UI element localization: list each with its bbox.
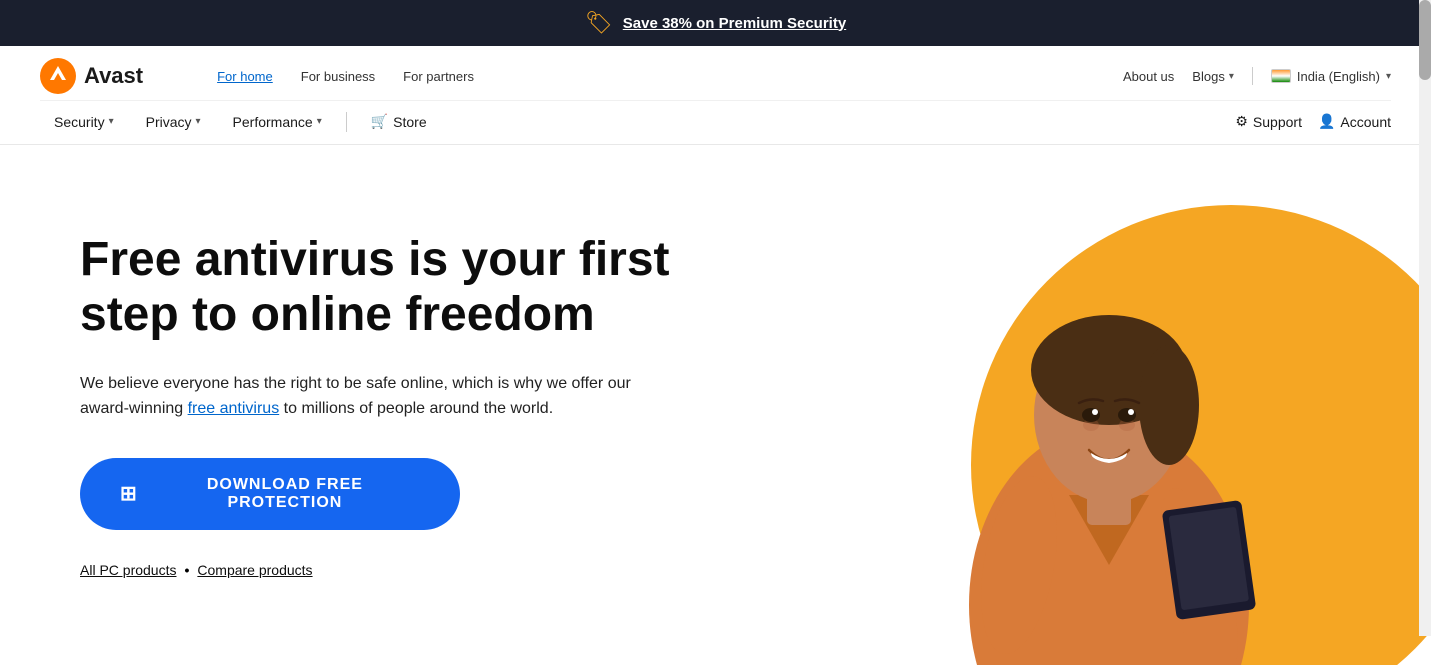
- promo-link[interactable]: Save 38% on Premium Security: [623, 15, 846, 32]
- hero-content: Free antivirus is your first step to onl…: [0, 145, 787, 665]
- top-nav-for-business[interactable]: For business: [287, 65, 389, 88]
- header-top: Avast For home For business For partners…: [40, 46, 1391, 101]
- account-icon: 👤: [1318, 113, 1335, 130]
- nav-privacy[interactable]: Privacy ▾: [132, 108, 215, 136]
- header-bottom: Security ▾ Privacy ▾ Performance ▾ 🛒 Sto…: [40, 101, 1391, 144]
- scrollbar[interactable]: [1419, 0, 1431, 636]
- hero-section: Free antivirus is your first step to onl…: [0, 145, 1431, 665]
- hero-title: Free antivirus is your first step to onl…: [80, 232, 680, 342]
- all-pc-products-link[interactable]: All PC products: [80, 562, 176, 578]
- support-link[interactable]: ⚙ Support: [1235, 113, 1302, 130]
- compare-products-link[interactable]: Compare products: [197, 562, 312, 578]
- about-us-link[interactable]: About us: [1123, 69, 1174, 84]
- download-button[interactable]: ⊞ DOWNLOAD FREE PROTECTION: [80, 458, 460, 530]
- account-link[interactable]: 👤 Account: [1318, 113, 1391, 130]
- top-nav-for-partners[interactable]: For partners: [389, 65, 488, 88]
- blogs-link[interactable]: Blogs ▾: [1192, 69, 1234, 84]
- support-icon: ⚙: [1235, 113, 1248, 130]
- india-flag-icon: [1271, 69, 1291, 83]
- dot-separator: •: [184, 562, 189, 578]
- top-nav-for-home[interactable]: For home: [203, 65, 287, 88]
- store-link[interactable]: 🛒 Store: [357, 107, 441, 136]
- hero-person-illustration: [859, 185, 1359, 665]
- windows-icon: ⊞: [120, 481, 138, 506]
- free-antivirus-link[interactable]: free antivirus: [188, 400, 280, 417]
- badge-icon: 🏷: [585, 10, 613, 36]
- nav-security[interactable]: Security ▾: [40, 108, 128, 136]
- hero-footer-links: All PC products • Compare products: [80, 562, 727, 578]
- nav-separator: [346, 112, 347, 132]
- scrollbar-thumb[interactable]: [1419, 0, 1431, 80]
- site-header: Avast For home For business For partners…: [0, 46, 1431, 145]
- header-divider: [1252, 67, 1253, 85]
- top-nav: For home For business For partners: [203, 65, 488, 88]
- hero-subtitle: We believe everyone has the right to be …: [80, 371, 640, 422]
- promo-banner: 🏷 Save 38% on Premium Security: [0, 0, 1431, 46]
- main-nav: Security ▾ Privacy ▾ Performance ▾ 🛒 Sto…: [40, 107, 441, 136]
- performance-chevron-icon: ▾: [317, 116, 322, 127]
- security-chevron-icon: ▾: [109, 116, 114, 127]
- header-right: About us Blogs ▾ India (English) ▾: [1123, 67, 1391, 85]
- language-selector[interactable]: India (English) ▾: [1271, 69, 1391, 84]
- nav-performance[interactable]: Performance ▾: [219, 108, 336, 136]
- logo-text: Avast: [84, 63, 143, 89]
- avast-logo-icon: [40, 58, 76, 94]
- cart-icon: 🛒: [371, 113, 388, 130]
- logo-area[interactable]: Avast: [40, 58, 143, 94]
- header-right-nav: ⚙ Support 👤 Account: [1235, 113, 1391, 130]
- privacy-chevron-icon: ▾: [196, 116, 201, 127]
- lang-chevron-icon: ▾: [1386, 71, 1391, 82]
- hero-image: [787, 145, 1431, 665]
- blogs-chevron-icon: ▾: [1229, 71, 1234, 82]
